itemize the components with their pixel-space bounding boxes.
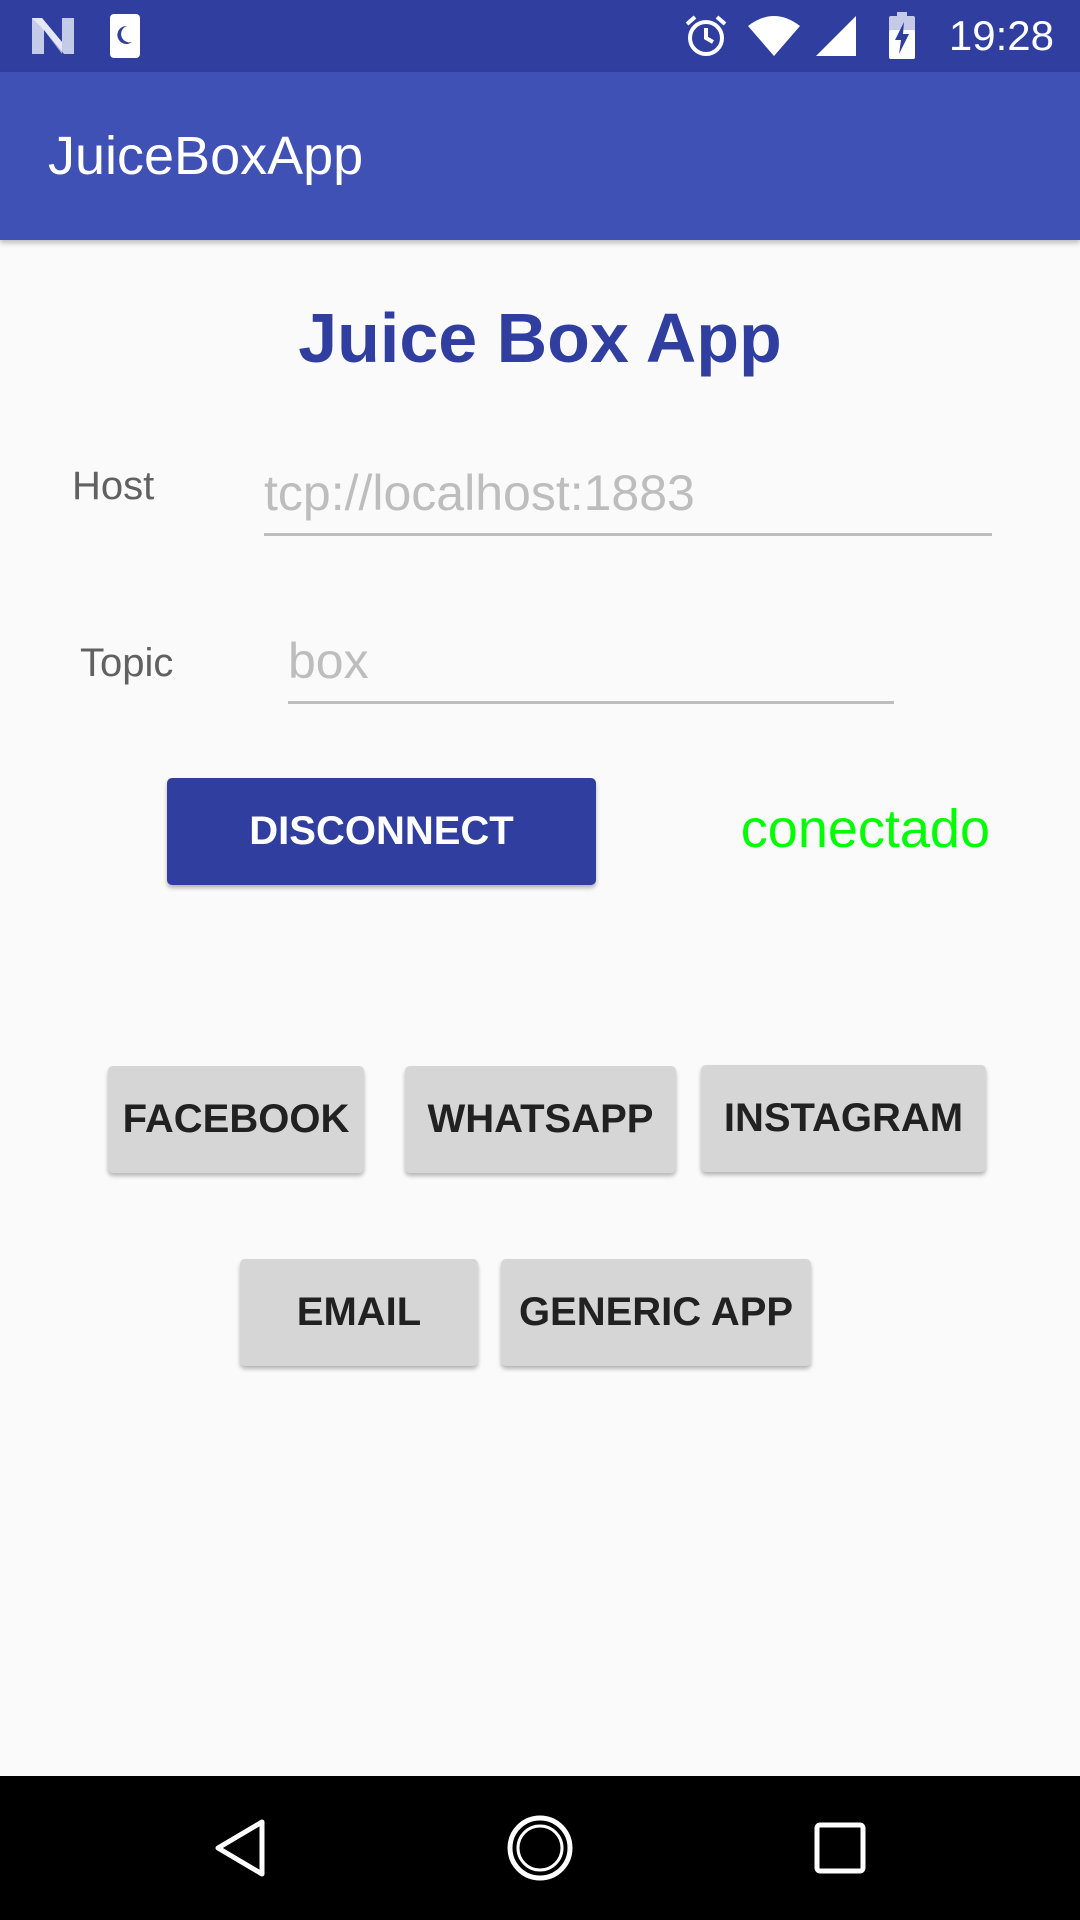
whatsapp-button[interactable]: WHATSAPP	[405, 1066, 676, 1173]
recents-icon[interactable]	[760, 1776, 920, 1920]
connection-status: conectado	[740, 799, 990, 859]
back-icon[interactable]	[160, 1776, 320, 1920]
home-icon[interactable]	[460, 1776, 620, 1920]
facebook-button[interactable]: FACEBOOK	[108, 1066, 364, 1173]
topic-label: Topic	[80, 641, 174, 685]
email-button[interactable]: EMAIL	[240, 1259, 478, 1366]
navigation-bar	[0, 1776, 1080, 1920]
battery-charging-icon	[888, 0, 916, 72]
page-title: Juice Box App	[298, 299, 782, 377]
wifi-icon	[746, 0, 802, 72]
status-bar: 19:28	[0, 0, 1080, 72]
host-input[interactable]	[264, 462, 992, 536]
instagram-button[interactable]: INSTAGRAM	[701, 1065, 986, 1172]
generic-app-button[interactable]: GENERIC APP	[501, 1259, 811, 1366]
cell-signal-icon	[814, 0, 858, 72]
status-clock: 19:28	[948, 12, 1054, 59]
alarm-icon	[684, 0, 728, 72]
app-bar-title: JuiceBoxApp	[48, 126, 364, 186]
app-bar: JuiceBoxApp	[0, 72, 1080, 240]
host-label: Host	[72, 464, 155, 508]
notification-n-icon	[30, 0, 76, 72]
topic-input[interactable]	[288, 630, 894, 704]
disconnect-button[interactable]: DISCONNECT	[167, 778, 596, 885]
sim-moon-icon	[108, 0, 142, 72]
